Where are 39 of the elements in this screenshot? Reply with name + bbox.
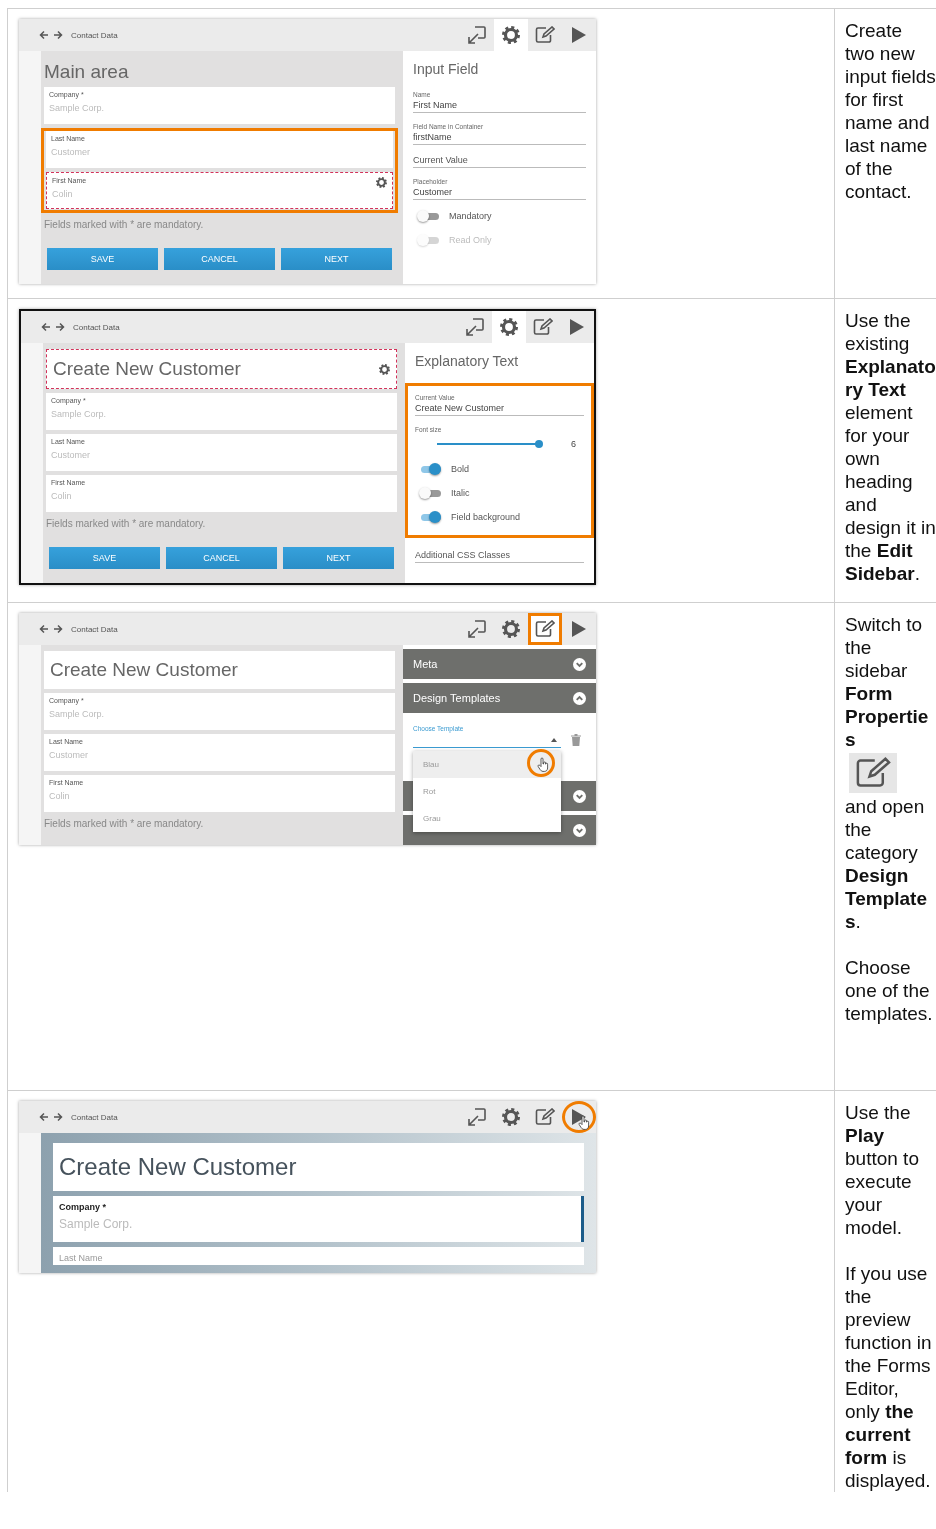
form-title: Create New Customer — [50, 659, 238, 681]
toggle-label: Italic — [451, 488, 470, 498]
form-title: Create New Customer — [53, 358, 241, 380]
mandatory-note: Fields marked with * are mandatory. — [44, 219, 205, 230]
panel-title: Meta — [413, 658, 438, 670]
mandatory-note: Fields marked with * are mandatory. — [44, 818, 205, 829]
mandatory-note: Fields marked with * are mandatory. — [46, 518, 207, 529]
placeholder-text: Colin — [52, 189, 74, 199]
field-value: First Name — [413, 100, 458, 112]
form-title: Create New Customer — [59, 1153, 297, 1181]
placeholder-text: Sample Corp. — [49, 103, 106, 113]
placeholder-text: Customer — [51, 450, 91, 460]
panel-title: Design Templates — [413, 692, 501, 704]
instruction-text: Choose one of the templates. — [845, 957, 933, 1024]
toggle-label: Bold — [451, 464, 469, 474]
placeholder-text: Sample Corp. — [59, 1217, 134, 1231]
field-value: Create New Customer — [415, 403, 506, 415]
sidebar-title: Explanatory Text — [415, 353, 520, 369]
placeholder-text: Colin — [51, 491, 73, 501]
instruction-text: If you use the preview function in the Forms Editor, only the current form is displayed. — [845, 1263, 932, 1491]
slider-value: 6 — [571, 439, 576, 449]
placeholder-text: Colin — [49, 791, 71, 801]
field-label: Company * — [59, 1202, 107, 1212]
instruction-text: Switch to the sidebar Form Properties — [845, 614, 929, 750]
form-title: Main area — [44, 61, 129, 83]
toggle-label: Field background — [451, 512, 521, 522]
placeholder-text: Customer — [51, 147, 91, 157]
instruction-text: and open the category Design Templates. — [845, 796, 927, 932]
instruction-text: Create two new input fields for first name and last name of the contact. — [845, 20, 936, 202]
instruction-text: Use the Play button to execute your model. — [845, 1102, 919, 1238]
field-label: Last Name — [59, 1253, 104, 1263]
placeholder-text: Sample Corp. — [51, 409, 108, 419]
placeholder-text: Sample Corp. — [49, 709, 106, 719]
toggle-label: Mandatory — [449, 211, 492, 221]
sidebar-title: Input Field — [413, 61, 480, 77]
instruction-text: Use the existing Explanatory Text element for your own heading and design it in the Edit Sidebar. — [845, 310, 936, 584]
field-value: Customer — [413, 187, 453, 199]
placeholder-text: Customer — [49, 750, 89, 760]
field-value: firstName — [413, 132, 453, 144]
